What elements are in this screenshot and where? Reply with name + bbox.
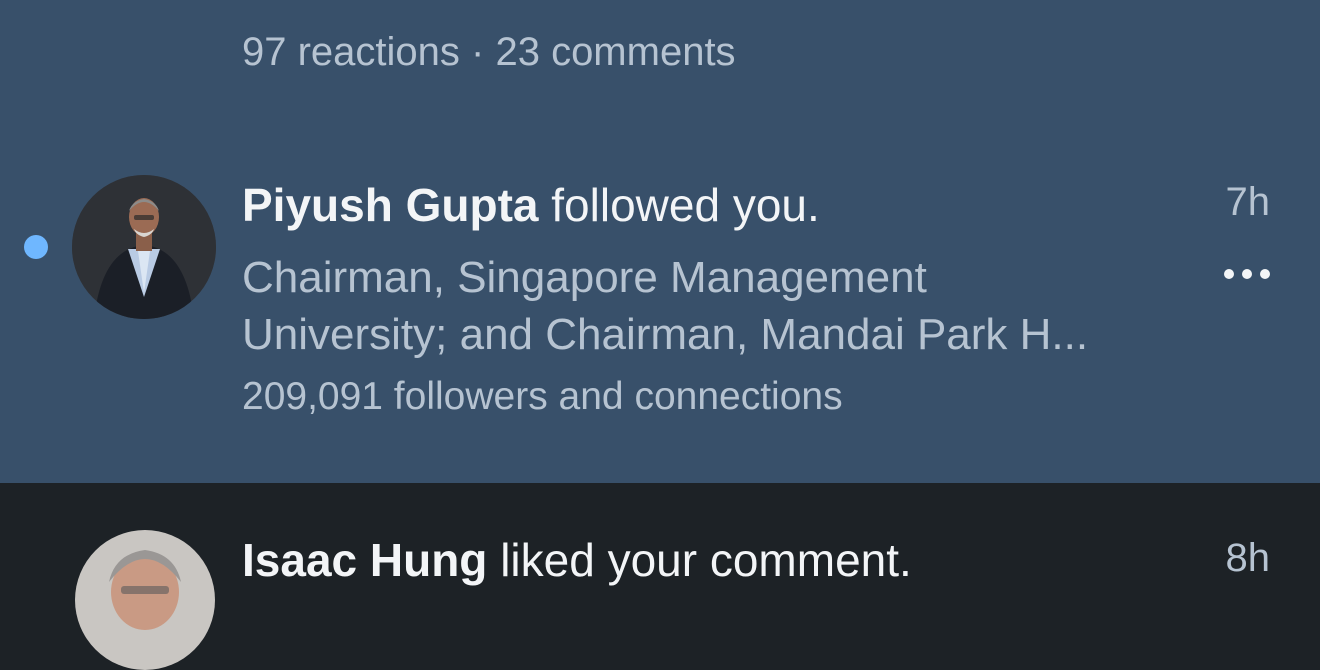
person-photo-icon (75, 530, 215, 670)
more-dot (1260, 269, 1270, 279)
more-dot (1242, 269, 1252, 279)
followers-count: 209,091 followers and connections (242, 375, 843, 418)
avatar[interactable] (75, 530, 215, 670)
reactions-comments-summary[interactable]: 97 reactions · 23 comments (242, 30, 736, 75)
notification-headline: Piyush Gupta followed you. (242, 178, 820, 232)
actor-headline-line-2: University; and Chairman, Mandai Park H.… (242, 310, 1089, 359)
actor-headline: Chairman, Singapore Management Universit… (242, 249, 1182, 363)
unread-indicator-dot (24, 235, 48, 259)
notification-headline: Isaac Hung liked your comment. (242, 533, 912, 587)
notification-action-text: followed you. (538, 179, 820, 231)
notification-timestamp: 7h (1225, 180, 1271, 224)
person-photo-icon (72, 175, 216, 319)
actor-name[interactable]: Isaac Hung (242, 534, 487, 586)
notification-timestamp: 8h (1225, 536, 1271, 580)
avatar[interactable] (72, 175, 216, 319)
actor-name[interactable]: Piyush Gupta (242, 179, 538, 231)
more-options-icon[interactable] (1224, 262, 1270, 286)
more-dot (1224, 269, 1234, 279)
actor-headline-line-1: Chairman, Singapore Management (242, 253, 927, 302)
notification-action-text: liked your comment. (487, 534, 912, 586)
